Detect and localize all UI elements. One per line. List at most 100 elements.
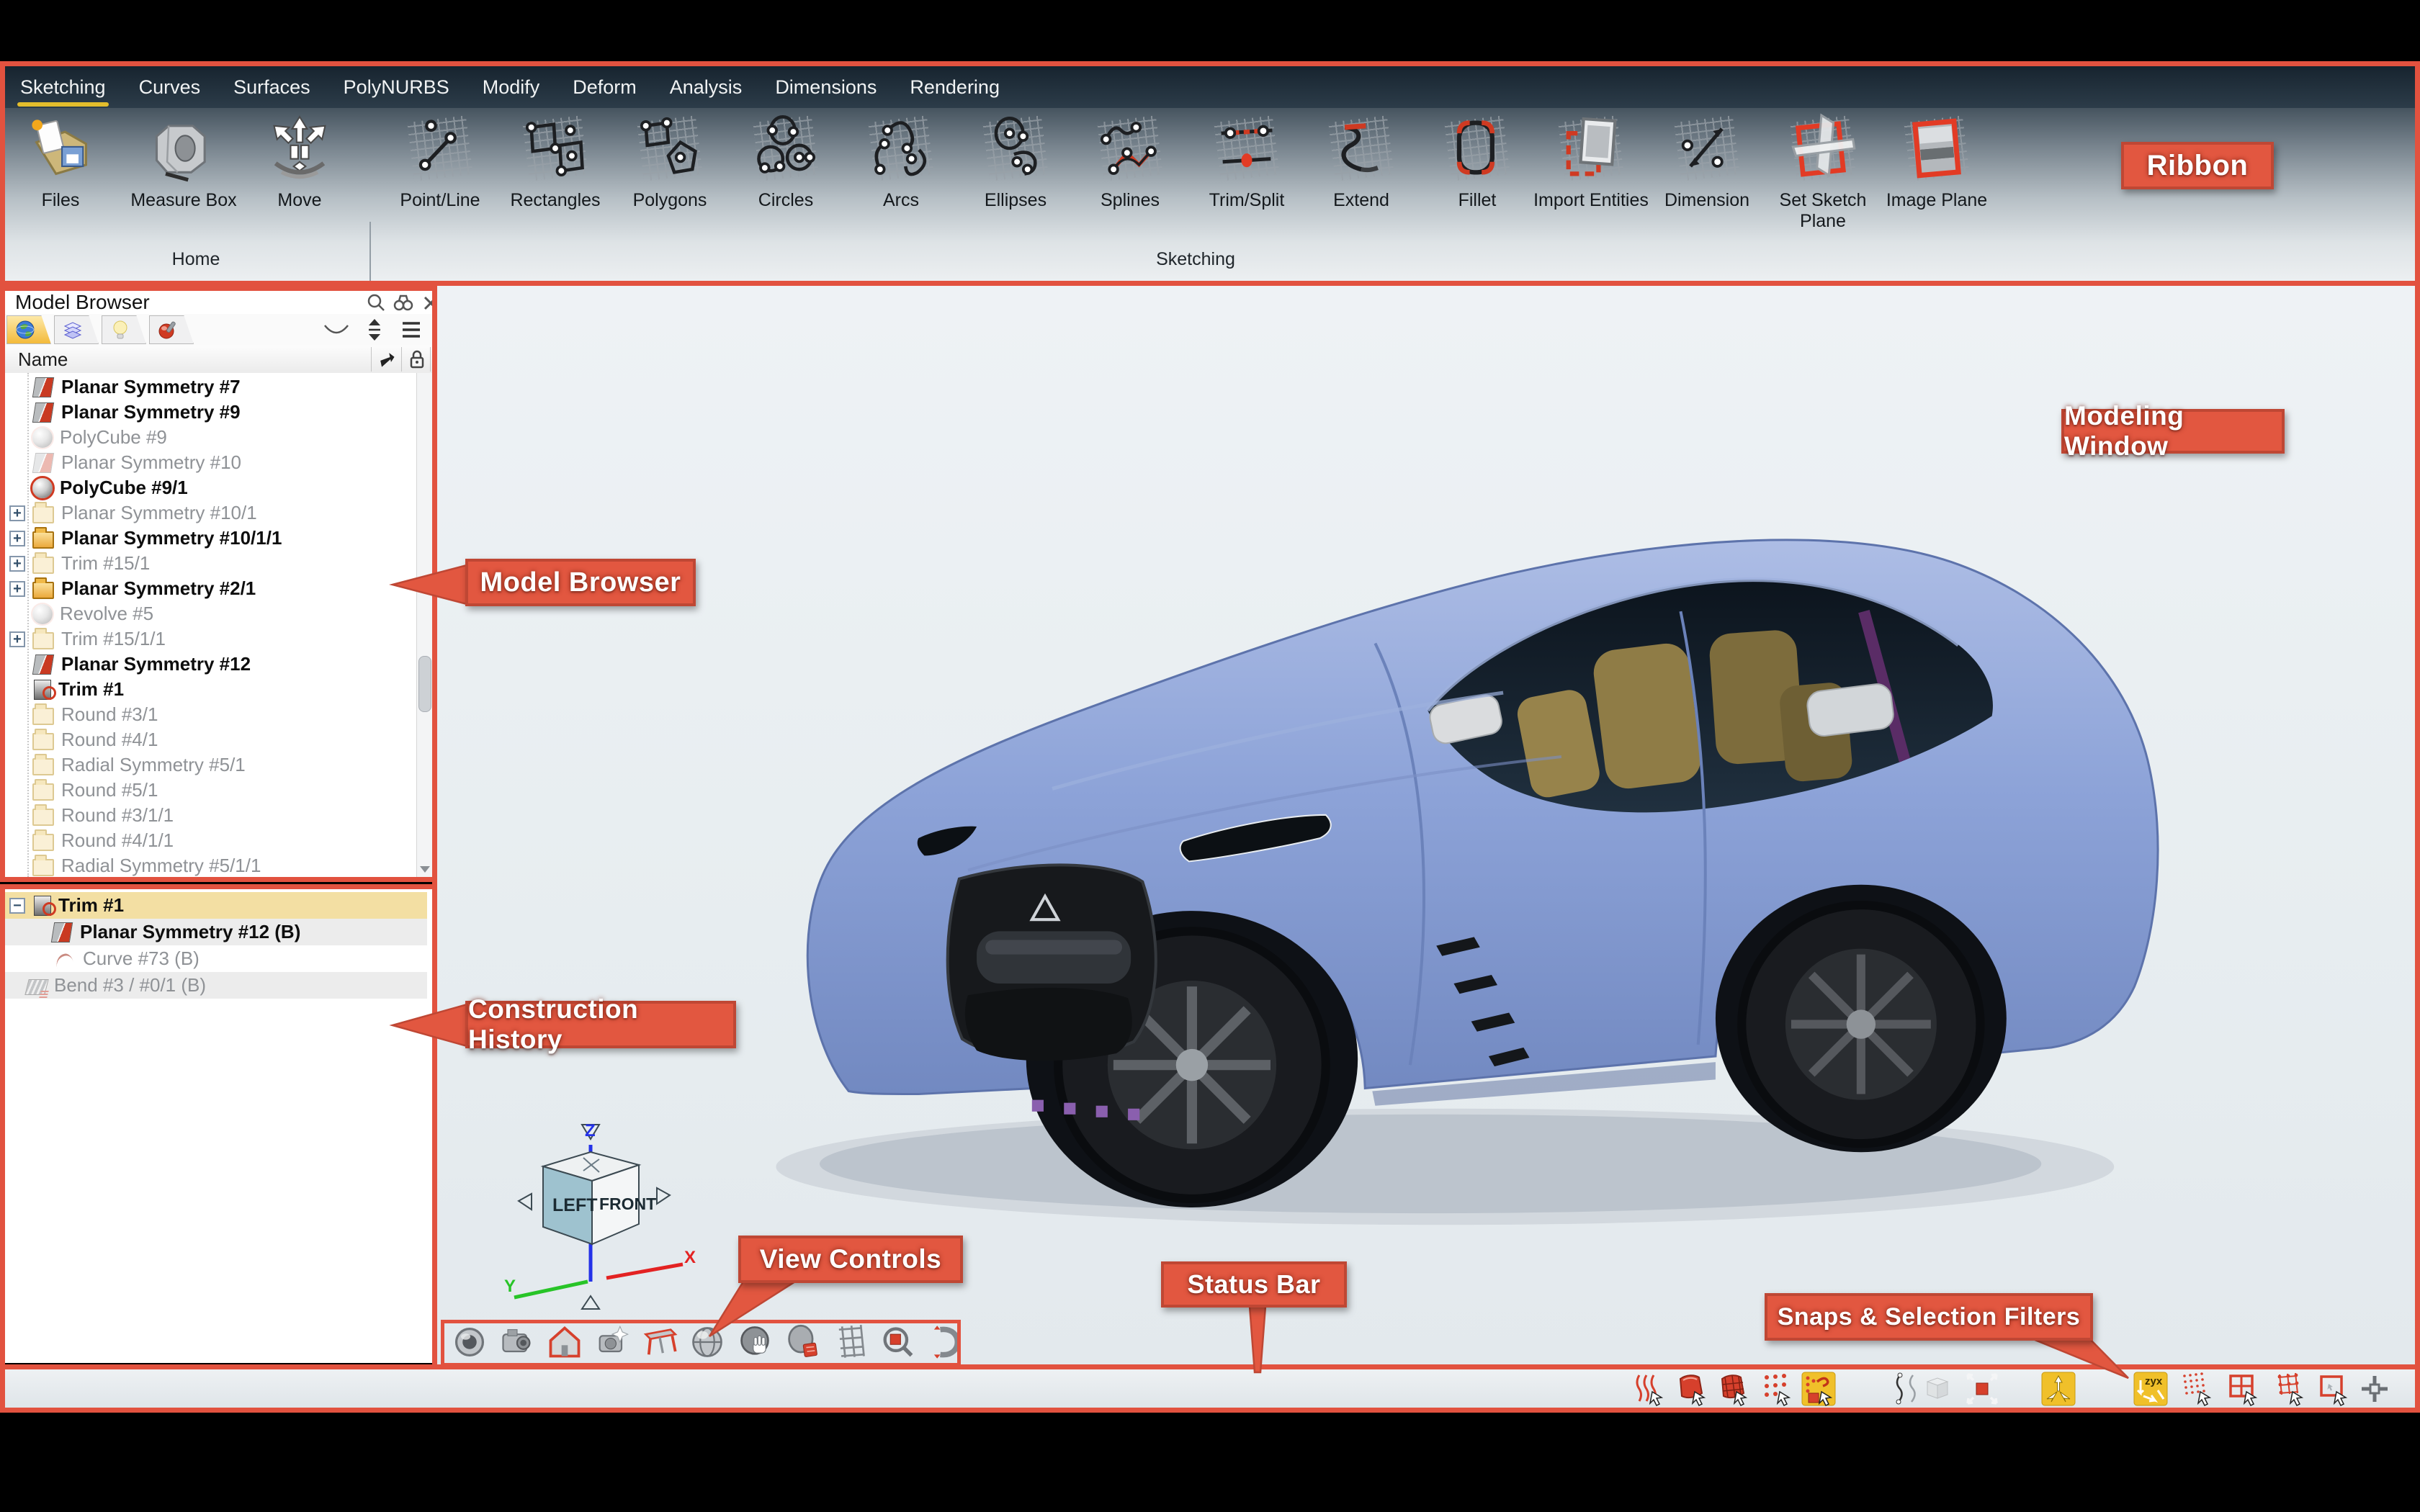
tab-surfaces[interactable]: Surfaces [233, 76, 310, 99]
snap-curves-icon[interactable] [1891, 1372, 1926, 1406]
history-row[interactable]: Trim #1 [5, 892, 427, 919]
zoom-box-icon[interactable] [879, 1323, 916, 1361]
tab-curves[interactable]: Curves [139, 76, 201, 99]
search-icon[interactable] [365, 292, 387, 314]
tree-row[interactable]: Trim #15/1/1 [9, 626, 413, 652]
dimension-button[interactable]: Dimension [1644, 112, 1770, 275]
filter-curves-icon[interactable] [1632, 1372, 1667, 1406]
tab-materials[interactable] [149, 315, 194, 344]
history-row[interactable]: Curve #73 (B) [5, 945, 427, 972]
tree-row[interactable]: Planar Symmetry #10 [9, 450, 413, 475]
lock-icon[interactable] [407, 348, 427, 370]
view-cube[interactable]: LEFT FRONT Z Y X [498, 1103, 700, 1319]
set-sketch-plane-button[interactable]: Set Sketch Plane [1760, 112, 1886, 275]
tab-scene[interactable] [6, 315, 51, 344]
filter-all-icon[interactable] [1801, 1372, 1836, 1406]
find-binoculars-icon[interactable] [393, 292, 414, 314]
snap-region-icon[interactable] [2316, 1372, 2351, 1406]
tree-row[interactable]: Radial Symmetry #5/1/1 [9, 853, 413, 877]
curve-filter-icon[interactable] [322, 321, 351, 338]
filter-points-icon[interactable] [1760, 1372, 1794, 1406]
tab-deform[interactable]: Deform [573, 76, 637, 99]
expander-icon[interactable] [9, 505, 25, 521]
tree-row[interactable]: Round #3/1/1 [9, 803, 413, 828]
expander-icon[interactable] [9, 556, 25, 572]
expander-icon[interactable] [9, 581, 25, 597]
home-view-icon[interactable] [546, 1323, 583, 1361]
goto-arrow-icon[interactable] [377, 349, 397, 369]
close-icon[interactable] [420, 292, 432, 314]
snap-window-icon[interactable] [2226, 1372, 2261, 1406]
extend-button[interactable]: Extend [1298, 112, 1425, 275]
tree-row[interactable]: Planar Symmetry #12 [9, 652, 413, 677]
tree-row[interactable]: Planar Symmetry #2/1 [9, 576, 413, 601]
tree-row[interactable]: Round #5/1 [9, 778, 413, 803]
tree-row[interactable]: Round #4/1 [9, 727, 413, 752]
snap-origin-icon[interactable] [2357, 1372, 2392, 1406]
tree-row[interactable]: Planar Symmetry #7 [9, 374, 413, 400]
history-row[interactable]: Planar Symmetry #12 (B) [5, 919, 427, 945]
globe-view-icon[interactable] [689, 1323, 726, 1361]
orbit-view-icon[interactable] [451, 1323, 488, 1361]
snap-axes-icon[interactable] [2041, 1372, 2076, 1406]
tree-scrollbar[interactable] [416, 373, 432, 877]
history-row[interactable]: Bend #3 / #0/1 (B) [5, 972, 427, 999]
tab-sketching[interactable]: Sketching [20, 76, 106, 99]
tab-layers[interactable] [54, 315, 99, 344]
tree-row[interactable]: Trim #1 [9, 677, 413, 702]
tab-modify[interactable]: Modify [483, 76, 540, 99]
tab-analysis[interactable]: Analysis [670, 76, 743, 99]
tree-row[interactable]: Round #4/1/1 [9, 828, 413, 853]
name-column-header[interactable]: Name [18, 348, 68, 371]
polygons-button[interactable]: Polygons [606, 112, 733, 275]
rectangles-button[interactable]: Rectangles [492, 112, 619, 275]
fillet-button[interactable]: Fillet [1414, 112, 1541, 275]
sketching-group-label: Sketching [1116, 249, 1275, 270]
scrollbar-thumb[interactable] [418, 656, 431, 712]
tree-row[interactable]: Trim #15/1 [9, 551, 413, 576]
tree-row[interactable]: PolyCube #9/1 [9, 475, 413, 500]
tree-row[interactable]: Planar Symmetry #10/1/1 [9, 526, 413, 551]
filter-surfaces-icon[interactable] [1675, 1372, 1709, 1406]
grid-toggle-icon[interactable] [831, 1323, 869, 1361]
rotate-view-icon[interactable] [926, 1323, 964, 1361]
snapshot-icon[interactable] [593, 1323, 631, 1361]
snap-solids-icon[interactable] [1922, 1372, 1956, 1406]
list-view-icon[interactable] [400, 319, 423, 341]
point-line-button[interactable]: Point/Line [377, 112, 503, 275]
expander-icon[interactable] [9, 631, 25, 647]
tab-rendering[interactable]: Rendering [910, 76, 1000, 99]
tab-lights[interactable] [102, 315, 146, 344]
tree-row[interactable]: Radial Symmetry #5/1 [9, 752, 413, 778]
snap-move-icon[interactable] [1965, 1372, 1999, 1406]
arcs-button[interactable]: Arcs [838, 112, 964, 275]
tree-column-header[interactable]: Name [5, 346, 432, 374]
snap-grid-icon[interactable] [2272, 1372, 2307, 1406]
tree-row[interactable]: Planar Symmetry #9 [9, 400, 413, 425]
expander-icon[interactable] [9, 898, 25, 914]
files-button[interactable]: Files [0, 112, 124, 275]
expand-collapse-icon[interactable] [364, 317, 385, 343]
plane-view-icon[interactable] [784, 1323, 821, 1361]
tree-row[interactable]: Planar Symmetry #10/1 [9, 500, 413, 526]
scroll-down-icon[interactable] [417, 861, 432, 877]
snap-pointcloud-icon[interactable] [2180, 1372, 2215, 1406]
rotate-right-arrow-icon[interactable] [657, 1188, 670, 1204]
circles-button[interactable]: Circles [722, 112, 849, 275]
tree-row[interactable]: PolyCube #9 [9, 425, 413, 450]
tab-polynurbs[interactable]: PolyNURBS [344, 76, 449, 99]
ellipses-button[interactable]: Ellipses [952, 112, 1079, 275]
camera-view-icon[interactable] [498, 1323, 536, 1361]
rotate-left-arrow-icon[interactable] [519, 1194, 532, 1210]
import-entities-button[interactable]: Import Entities [1528, 112, 1654, 275]
snap-coords-zyx-icon[interactable]: zyx [2133, 1372, 2168, 1406]
pan-view-icon[interactable] [736, 1323, 774, 1361]
image-plane-button[interactable]: Image Plane [1873, 112, 2000, 275]
rotate-down-arrow-icon[interactable] [582, 1296, 599, 1309]
table-view-icon[interactable] [641, 1323, 678, 1361]
filter-patches-icon[interactable] [1716, 1372, 1751, 1406]
expander-icon[interactable] [9, 531, 25, 546]
tab-dimensions[interactable]: Dimensions [775, 76, 877, 99]
tree-row[interactable]: Round #3/1 [9, 702, 413, 727]
tree-row[interactable]: Revolve #5 [9, 601, 413, 626]
